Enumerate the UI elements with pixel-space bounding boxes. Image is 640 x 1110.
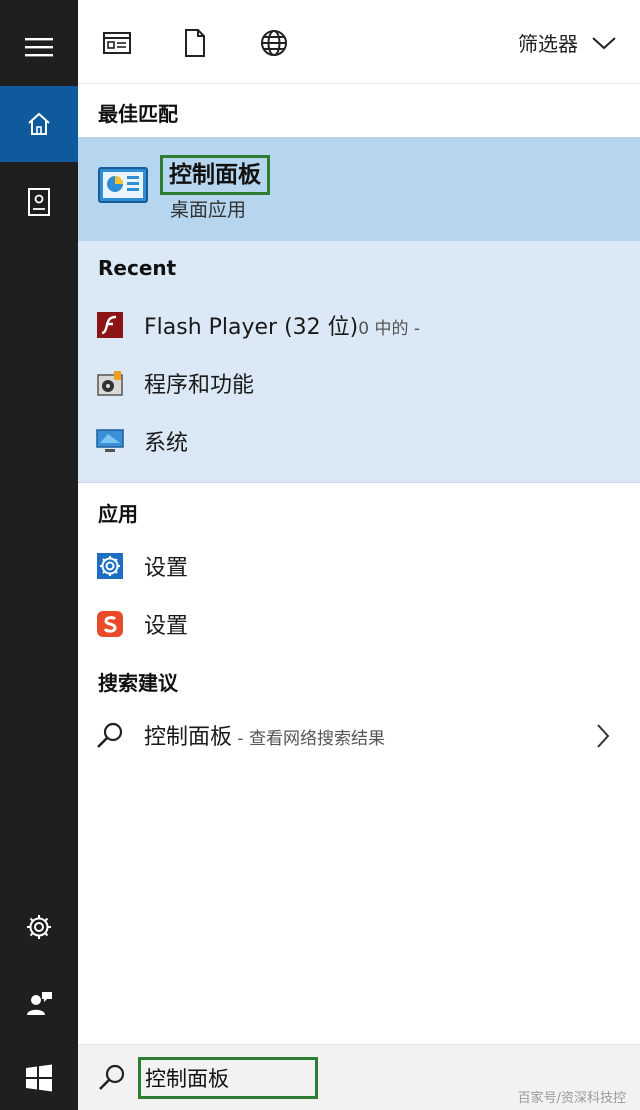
chevron-right-icon[interactable] [596, 723, 610, 753]
hamburger-icon [25, 38, 53, 57]
best-match-item[interactable]: 控制面板 桌面应用 [78, 137, 640, 241]
list-item-label: 程序和功能 [144, 373, 255, 398]
person-feedback-icon [27, 992, 52, 1015]
list-item-system[interactable]: 系统 [78, 412, 640, 470]
hamburger-menu-button[interactable] [0, 22, 78, 72]
windows-logo-icon [26, 1064, 52, 1092]
list-item-label: 系统 [144, 431, 189, 456]
list-item-settings[interactable]: 设置 [78, 537, 640, 595]
apps-filter-button[interactable] [100, 26, 134, 60]
search-results-pane: 筛选器 最佳匹配 控制面板 桌面应用 Recent Flash Player (… [78, 0, 640, 1110]
watermark: 百家号/资深科技控 [517, 1091, 626, 1106]
best-match-heading: 最佳匹配 [98, 102, 178, 126]
list-item-detail: 0 中的 - [358, 319, 421, 339]
settings-rail-button[interactable] [0, 904, 78, 950]
recent-heading: Recent [98, 256, 177, 280]
filter-dropdown[interactable]: 筛选器 [518, 28, 616, 57]
app-window-icon [103, 32, 131, 54]
notebook-icon [28, 188, 50, 216]
chevron-down-icon [592, 36, 616, 49]
search-bar: 控制面板 百家号/资深科技控 [78, 1044, 640, 1110]
list-item-sogou-settings[interactable]: 设置 [78, 595, 640, 653]
control-panel-icon [98, 165, 148, 209]
globe-icon [261, 30, 287, 56]
web-filter-button[interactable] [257, 26, 291, 60]
suggestions-heading: 搜索建议 [98, 671, 178, 695]
programs-features-icon [96, 369, 124, 397]
filter-toolbar: 筛选器 [78, 0, 640, 84]
list-item-flash-player[interactable]: Flash Player (32 位)0 中的 - [78, 296, 640, 354]
gear-icon [27, 915, 51, 939]
suggestion-label: 控制面板 [144, 725, 233, 750]
list-item-label: 设置 [144, 614, 189, 639]
suggestion-detail: - 查看网络搜索结果 [232, 729, 385, 749]
list-item-label: 设置 [144, 556, 189, 581]
document-icon [185, 29, 205, 57]
list-item-programs-features[interactable]: 程序和功能 [78, 354, 640, 412]
filter-label: 筛选器 [518, 32, 578, 56]
home-icon [28, 112, 50, 135]
list-item-web-suggestion[interactable]: 控制面板 - 查看网络搜索结果 [78, 706, 640, 764]
search-icon [96, 721, 124, 749]
search-icon [98, 1063, 126, 1095]
flash-icon [96, 311, 124, 339]
best-match-subtitle: 桌面应用 [170, 199, 247, 221]
section-divider [78, 482, 640, 483]
monitor-icon [96, 427, 124, 455]
settings-app-icon [96, 552, 124, 580]
apps-heading: 应用 [98, 502, 138, 526]
home-button[interactable] [0, 86, 78, 162]
start-button[interactable] [0, 1052, 78, 1104]
feedback-button[interactable] [0, 980, 78, 1026]
best-match-title: 控制面板 [160, 155, 270, 195]
left-rail [0, 0, 78, 1110]
documents-filter-button[interactable] [178, 26, 212, 60]
notebook-button[interactable] [0, 176, 78, 228]
sogou-icon [96, 610, 124, 638]
search-input[interactable]: 控制面板 [138, 1057, 318, 1099]
list-item-label: Flash Player (32 位) [144, 315, 359, 340]
